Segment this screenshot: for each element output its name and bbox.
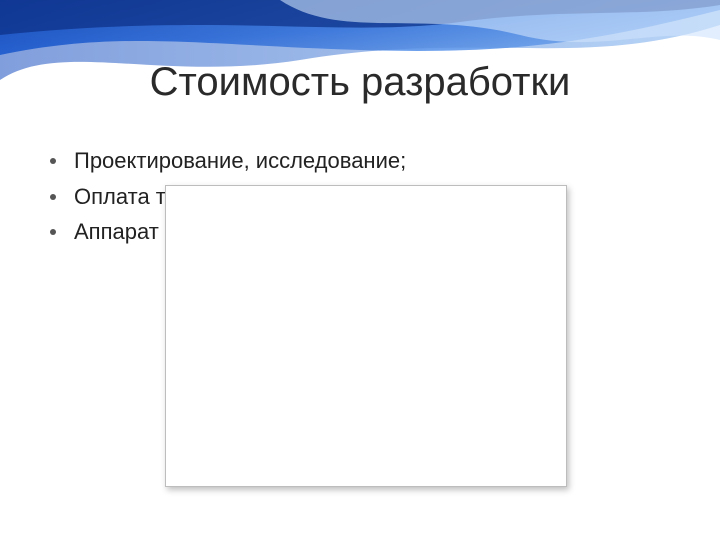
list-item: Проектирование, исследование;	[50, 146, 670, 176]
bullet-dot-icon	[50, 158, 56, 164]
bullet-dot-icon	[50, 194, 56, 200]
slide: Стоимость разработки Проектирование, исс…	[0, 0, 720, 540]
list-item-text: Проектирование, исследование;	[74, 146, 670, 176]
bullet-dot-icon	[50, 229, 56, 235]
blank-overlay-box	[165, 185, 567, 487]
slide-title: Стоимость разработки	[0, 60, 720, 105]
